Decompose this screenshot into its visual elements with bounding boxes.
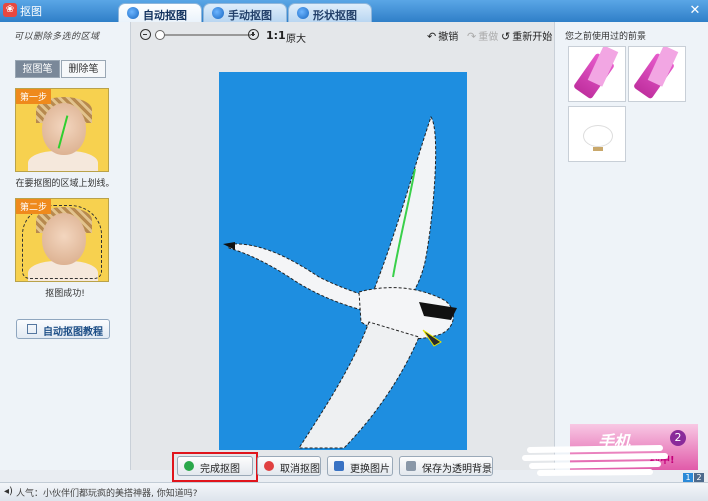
step-badge: 第一步 [16,89,52,104]
faint-shape [583,125,613,147]
swan-image [223,115,457,449]
actual-size-ratio[interactable]: 1:1 [266,29,286,42]
restart-button[interactable]: ↺ 重新开始 [501,28,552,43]
save-transparent-button[interactable]: 保存为透明背景 [399,456,493,476]
zoom-out-icon[interactable] [140,29,151,40]
tab-manual-cutout[interactable]: 手动抠图 [203,3,287,22]
left-panel: 可以删除多选的区域 抠图笔 删除笔 第一步 在要抠图的区域上划线。 第二步 抠图… [0,22,130,470]
redo-label: 重做 [478,32,499,43]
step2-example-image: 第二步 [15,198,109,282]
tutorial-button[interactable]: 自动抠图教程 [16,319,110,339]
foreground-thumb[interactable] [628,46,686,102]
change-label: 更换图片 [350,464,390,475]
undo-icon: ↶ [427,30,437,43]
step1-example-image: 第一步 [15,88,109,172]
faint-shape [593,147,603,151]
cancel-cutout-button[interactable]: 取消抠图 [257,456,321,476]
foreground-thumb[interactable] [568,106,626,162]
finish-cutout-button[interactable]: 完成抠图 [177,456,253,476]
restart-label: 重新开始 [512,32,553,43]
tab-label: 自动抠图 [143,9,187,22]
tab-globe-icon [212,7,224,19]
brush-toggle: 抠图笔 删除笔 [15,60,109,78]
erase-brush-button[interactable]: 删除笔 [61,60,106,78]
window-title: 抠图 [20,5,42,18]
undo-label: 撤销 [438,32,459,43]
tutorial-label: 自动抠图教程 [43,327,103,338]
previous-foregrounds-title: 您之前使用过的前景 [565,32,647,42]
check-icon [184,461,194,471]
ad-number: 2 [670,430,686,446]
selection-outline [22,205,102,279]
cancel-icon [264,461,274,471]
ad-pager: 12 [683,470,705,483]
step-badge: 第二步 [16,199,52,214]
save-label: 保存为透明背景 [422,464,492,475]
restart-icon: ↺ [501,30,511,43]
redo-icon: ↷ [467,30,477,43]
tab-globe-icon [297,7,309,19]
close-icon[interactable]: ✕ [686,3,704,18]
undo-button[interactable]: ↶ 撤销 [427,28,458,43]
title-bar: ❀ 抠图 自动抠图 手动抠图 形状抠图 ✕ [0,0,708,22]
step2-caption: 抠图成功! [45,289,85,299]
speaker-icon: ◂) [4,486,13,497]
tab-label: 手动抠图 [228,9,272,22]
canvas-toolbar: 1:1 原大 ↶ 撤销 ↷ 重做 ↺ 重新开始 [131,22,556,50]
save-icon [406,461,416,471]
tab-globe-icon [127,7,139,19]
zoom-slider[interactable] [155,30,251,40]
action-bar: 完成抠图 取消抠图 更换图片 保存为透明背景 [131,450,556,482]
tab-label: 形状抠图 [313,9,357,22]
redaction-scribble [522,445,668,476]
canvas-area: 1:1 原大 ↶ 撤销 ↷ 重做 ↺ 重新开始 完成抠图 取消抠图 更换图片 保… [130,22,556,482]
cancel-label: 取消抠图 [280,464,320,475]
swan-photo-canvas[interactable] [219,72,467,450]
hint-text: 可以删除多选的区域 [14,32,100,42]
status-bar: ◂) 人气：小伙伴们都玩疯的美搭神器, 你知道吗? [0,482,708,501]
book-icon [27,324,37,334]
original-size-label[interactable]: 原大 [286,30,306,45]
tab-auto-cutout[interactable]: 自动抠图 [118,3,202,22]
app-logo-icon: ❀ [3,3,17,17]
right-panel: 您之前使用过的前景 手机 2 约中! [555,22,708,470]
zoom-slider-knob[interactable] [155,30,165,40]
keep-brush-button[interactable]: 抠图笔 [15,60,60,78]
change-image-button[interactable]: 更换图片 [327,456,393,476]
redo-button[interactable]: ↷ 重做 [467,28,498,43]
finish-label: 完成抠图 [200,464,240,475]
foreground-thumb[interactable] [568,46,626,102]
status-text: 人气：小伙伴们都玩疯的美搭神器, 你知道吗? [16,489,198,499]
tab-shape-cutout[interactable]: 形状抠图 [288,3,372,22]
zoom-in-icon[interactable] [248,29,259,40]
step1-caption: 在要抠图的区域上划线。 [15,179,115,189]
picture-icon [334,461,344,471]
